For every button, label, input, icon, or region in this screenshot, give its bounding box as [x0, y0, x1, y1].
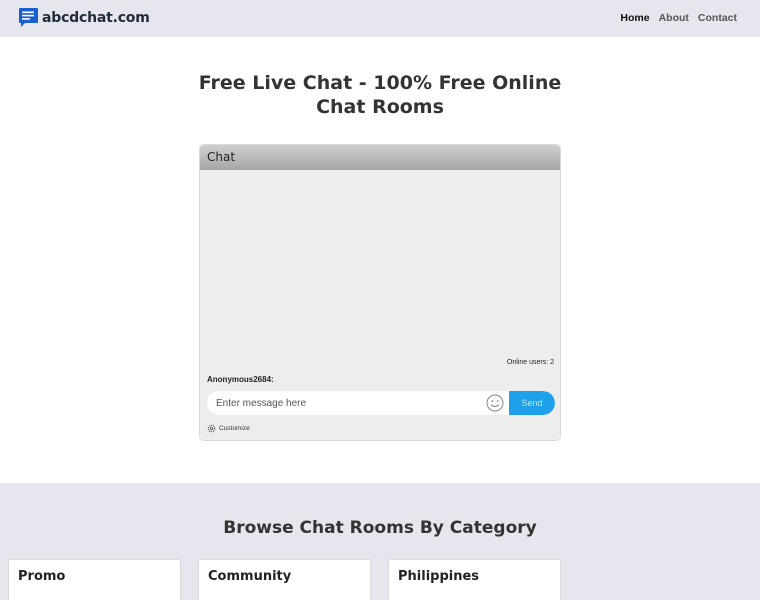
chat-widget: Chat Online users: 2 Anonymous2684: Send…: [199, 144, 561, 441]
browse-section: Browse Chat Rooms By Category Promo Comm…: [0, 483, 760, 600]
category-label: Philippines: [398, 569, 480, 584]
send-button[interactable]: Send: [509, 391, 555, 415]
category-card-promo[interactable]: Promo: [8, 559, 181, 600]
category-card-philippines[interactable]: Philippines: [388, 559, 561, 600]
nav-contact[interactable]: Contact: [698, 12, 737, 24]
category-label: Promo: [18, 569, 66, 584]
message-input[interactable]: [207, 391, 477, 415]
customize-label: Customize: [219, 425, 250, 432]
nav-about[interactable]: About: [659, 12, 689, 24]
site-header: abcdchat.com Home About Contact: [0, 0, 760, 37]
chat-title: Chat: [207, 150, 236, 164]
main-nav: Home About Contact: [620, 12, 737, 24]
customize-button[interactable]: Customize: [207, 424, 250, 433]
online-users-count: Online users: 2: [506, 359, 554, 366]
logo-text: abcdchat.com: [42, 9, 150, 26]
chat-header: [200, 145, 560, 170]
smiley-icon[interactable]: [486, 394, 504, 412]
chat-username: Anonymous2684:: [207, 375, 274, 384]
page-title-line-1: Free Live Chat - 100% Free Online: [198, 72, 562, 94]
category-label: Community: [208, 569, 292, 584]
browse-title: Browse Chat Rooms By Category: [223, 518, 537, 538]
site-logo[interactable]: abcdchat.com: [18, 7, 150, 28]
message-input-row: Send: [207, 391, 555, 415]
nav-home[interactable]: Home: [620, 12, 649, 24]
category-card-community[interactable]: Community: [198, 559, 371, 600]
page-title-line-2: Chat Rooms: [316, 96, 444, 118]
chat-messages-area[interactable]: [200, 171, 560, 357]
gear-icon: [207, 424, 216, 433]
chat-bubble-icon: [19, 8, 38, 27]
page-title: Free Live Chat - 100% Free Online Chat R…: [180, 71, 580, 119]
